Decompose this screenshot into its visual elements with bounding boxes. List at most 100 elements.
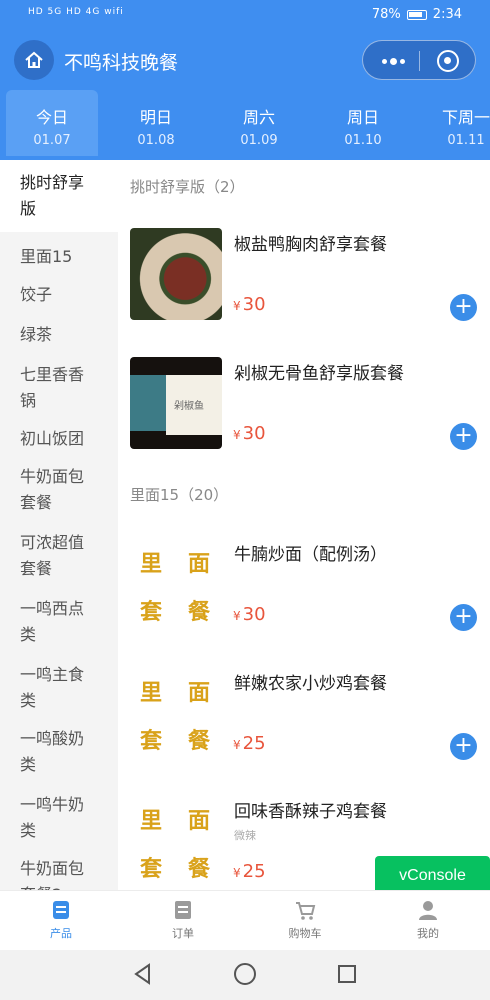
sidebar-item-label: 饺子 (20, 285, 53, 304)
sidebar-item-yiming-pastry[interactable]: 一鸣西点类 (0, 584, 118, 650)
plus-icon: + (454, 604, 473, 629)
tab-label: 我的 (417, 927, 439, 940)
logo-char: 套 (140, 728, 163, 754)
tab-cart[interactable]: 购物车 (265, 899, 345, 941)
product-name: 鲜嫩农家小炒鸡套餐 (234, 674, 387, 694)
tab-label: 产品 (50, 927, 72, 940)
date-tab-label: 明日 (139, 108, 172, 127)
date-tab-label: 周日 (346, 108, 379, 127)
tab-product[interactable]: 产品 (21, 899, 101, 941)
network-indicator: HD 5G HD 4G wifi (28, 7, 124, 17)
date-tab-today[interactable]: 今日 01.07 (6, 90, 98, 156)
add-to-cart-button[interactable]: + (450, 423, 477, 450)
date-tabs: 今日 01.07 明日 01.08 周六 01.09 周日 01.10 下周一 … (0, 88, 490, 160)
sidebar-item-label: 里面15 (20, 247, 73, 266)
sidebar-item-qilixiang[interactable]: 七里香香锅 (0, 350, 118, 414)
product-price: ¥25 (233, 733, 266, 754)
sidebar-item-label: 一鸣主食类 (20, 665, 85, 710)
bottom-tab-bar: 产品 订单 购物车 我的 (0, 890, 490, 950)
logo-char: 里 (140, 551, 163, 577)
sidebar-item-yiming-yogurt[interactable]: 一鸣酸奶类 (0, 714, 118, 780)
sidebar-item-tiaoshi[interactable]: 挑时舒享版 (0, 160, 118, 232)
sidebar-item-milk-bread-2[interactable]: 牛奶面包套餐2 (0, 844, 118, 890)
date-tab-sunday[interactable]: 周日 01.10 (317, 90, 409, 156)
sidebar-item-limian15[interactable]: 里面15 (0, 232, 118, 272)
home-circle-icon[interactable] (234, 963, 256, 985)
more-dot (389, 57, 397, 65)
battery-icon (406, 9, 427, 20)
status-bar: HD 5G HD 4G wifi 78% 2:34 (0, 0, 490, 32)
logo-char: 餐 (188, 728, 211, 754)
cart-icon (296, 902, 316, 920)
logo-char: 面 (188, 551, 211, 577)
logo-char: 面 (188, 680, 211, 706)
sidebar-item-dumplings[interactable]: 饺子 (0, 272, 118, 310)
date-tab-saturday[interactable]: 周六 01.09 (213, 90, 305, 156)
sidebar-item-green-tea[interactable]: 绿茶 (0, 310, 118, 350)
add-to-cart-button[interactable]: + (450, 604, 477, 631)
product-price: ¥30 (233, 604, 266, 625)
product-icon (53, 901, 69, 919)
page-title: 不鸣科技晚餐 (64, 52, 179, 74)
logo-char: 里 (140, 808, 163, 834)
add-to-cart-button[interactable]: + (450, 294, 477, 321)
currency-symbol: ¥ (233, 428, 241, 442)
sidebar-item-kenong[interactable]: 可浓超值套餐 (0, 518, 118, 584)
order-icon (175, 901, 191, 919)
tab-label: 订单 (172, 927, 194, 940)
product-image-logo: 里 面 套 餐 (130, 795, 222, 887)
sidebar-item-chushan[interactable]: 初山饭团 (0, 414, 118, 452)
home-button[interactable] (14, 40, 54, 80)
product-spice-level: 微辣 (234, 829, 256, 842)
date-tab-next-monday[interactable]: 下周一 01.11 (420, 90, 490, 156)
currency-symbol: ¥ (233, 866, 241, 880)
product-image-logo: 里 面 套 餐 (130, 667, 222, 759)
currency-symbol: ¥ (233, 738, 241, 752)
close-miniprogram-icon[interactable] (437, 50, 459, 72)
product-name: 牛腩炒面（配例汤） (234, 545, 387, 565)
date-tab-date: 01.10 (344, 133, 382, 148)
date-tab-label: 今日 (35, 108, 68, 127)
product-name: 回味香酥辣子鸡套餐 (234, 802, 387, 822)
category-sidebar: 挑时舒享版 里面15 饺子 绿茶 七里香香锅 初山饭团 牛奶面包套餐 可浓超值套… (0, 160, 118, 890)
tab-profile[interactable]: 我的 (388, 899, 468, 941)
image-caption: 剁椒鱼 (174, 401, 204, 412)
sidebar-item-yiming-staple[interactable]: 一鸣主食类 (0, 650, 118, 714)
tab-label: 购物车 (288, 927, 322, 940)
tab-orders[interactable]: 订单 (143, 899, 223, 941)
sidebar-item-label: 挑时舒享版 (20, 173, 85, 218)
sidebar-item-label: 牛奶面包套餐 (20, 467, 85, 512)
home-icon (25, 51, 43, 68)
sidebar-item-milk-bread[interactable]: 牛奶面包套餐 (0, 452, 118, 518)
more-button[interactable] (373, 49, 413, 73)
product-item[interactable]: 剁椒鱼 剁椒无骨鱼舒享版套餐 ¥30 + (118, 357, 490, 477)
currency-symbol: ¥ (233, 609, 241, 623)
sidebar-item-label: 牛奶面包套餐2 (20, 859, 85, 890)
sidebar-item-label: 绿茶 (20, 325, 53, 344)
recent-apps-icon[interactable] (338, 965, 356, 983)
product-image-logo: 里 面 套 餐 (130, 538, 222, 630)
sidebar-item-yiming-milk[interactable]: 一鸣牛奶类 (0, 780, 118, 844)
more-dot (399, 58, 405, 64)
user-icon (419, 901, 437, 920)
clock: 2:34 (432, 7, 462, 22)
product-price: ¥25 (233, 861, 266, 882)
product-item[interactable]: 里 面 套 餐 牛腩炒面（配例汤） ¥30 + (118, 538, 490, 658)
price-value: 25 (242, 733, 266, 754)
date-tab-tomorrow[interactable]: 明日 01.08 (110, 90, 202, 156)
miniprogram-capsule (362, 40, 476, 80)
logo-char: 里 (140, 680, 163, 706)
product-image-duck (130, 228, 222, 320)
back-icon[interactable] (133, 963, 153, 985)
product-item[interactable]: 里 面 套 餐 鲜嫩农家小炒鸡套餐 ¥25 + (118, 667, 490, 787)
sidebar-item-label: 七里香香锅 (20, 365, 85, 410)
sidebar-item-label: 一鸣西点类 (20, 599, 85, 644)
section-title: 挑时舒享版（2） (130, 178, 245, 196)
capsule-divider (419, 51, 420, 71)
battery-percent: 78% (371, 7, 401, 22)
add-to-cart-button[interactable]: + (450, 733, 477, 760)
date-tab-date: 01.08 (137, 133, 175, 148)
date-tab-date: 01.11 (447, 133, 485, 148)
plus-icon: + (454, 294, 473, 319)
product-item[interactable]: 椒盐鸭胸肉舒享套餐 ¥30 + (118, 228, 490, 348)
